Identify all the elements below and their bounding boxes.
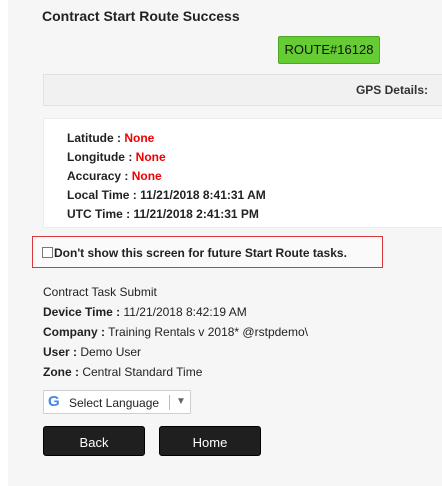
user-value: Demo User — [77, 345, 142, 359]
chevron-down-icon[interactable]: ▼ — [176, 396, 186, 407]
longitude-row: Longitude : None — [67, 150, 166, 164]
dropdown-divider — [169, 395, 170, 410]
latitude-row: Latitude : None — [67, 131, 154, 145]
dont-show-checkbox[interactable] — [42, 247, 53, 258]
local-time: Local Time : 11/21/2018 8:41:31 AM — [67, 188, 266, 202]
page-title: Contract Start Route Success — [42, 8, 240, 24]
gps-details-box: Latitude : None Longitude : None Accurac… — [43, 118, 442, 228]
user-label: User : — [43, 345, 78, 359]
zone-label: Zone : — [43, 365, 79, 379]
gps-details-label: GPS Details: — [355, 83, 428, 97]
company-row: Company : Training Rentals v 2018* @rstp… — [43, 325, 308, 339]
accuracy-value: None — [131, 169, 162, 183]
latitude-value: None — [124, 131, 155, 145]
select-language-label[interactable]: Select Language — [69, 396, 159, 410]
utc-time: UTC Time : 11/21/2018 2:41:31 PM — [67, 207, 259, 221]
dont-show-label[interactable]: Don't show this screen for future Start … — [54, 246, 347, 260]
home-button[interactable]: Home — [159, 426, 261, 456]
longitude-value: None — [135, 150, 166, 164]
zone-value: Central Standard Time — [79, 365, 203, 379]
dont-show-option[interactable]: Don't show this screen for future Start … — [32, 236, 383, 268]
company-label: Company : — [43, 325, 106, 339]
device-time-value: 11/21/2018 8:42:19 AM — [120, 305, 247, 319]
company-value: Training Rentals v 2018* @rstpdemo\ — [105, 325, 308, 339]
zone-row: Zone : Central Standard Time — [43, 365, 202, 379]
user-row: User : Demo User — [43, 345, 141, 359]
accuracy-row: Accuracy : None — [67, 169, 162, 183]
select-language-dropdown[interactable]: G Select Language ▼ — [43, 390, 191, 414]
latitude-label: Latitude : — [67, 131, 125, 145]
google-g-icon: G — [48, 393, 60, 410]
longitude-label: Longitude : — [67, 150, 136, 164]
task-submit-heading: Contract Task Submit — [43, 285, 157, 299]
route-badge[interactable]: ROUTE#16128 — [278, 36, 380, 64]
device-time-row: Device Time : 11/21/2018 8:42:19 AM — [43, 305, 247, 319]
gps-details-header: GPS Details: — [43, 74, 442, 106]
device-time-label: Device Time : — [43, 305, 121, 319]
back-button[interactable]: Back — [43, 426, 145, 456]
accuracy-label: Accuracy : — [67, 169, 132, 183]
